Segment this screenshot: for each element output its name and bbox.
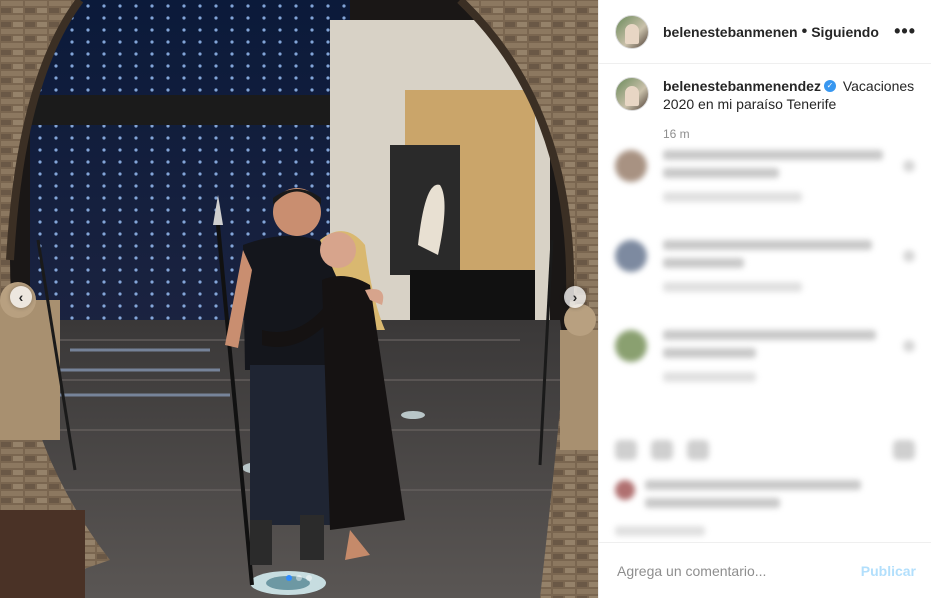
carousel-dot [306,575,312,581]
action-icons-row [615,440,915,460]
comment-like-icon [903,160,915,172]
publish-button[interactable]: Publicar [861,563,916,579]
comment-input[interactable] [615,561,861,580]
carousel-dot [296,575,302,581]
likes-summary-blurred [615,480,915,516]
comments-list-blurred [615,150,915,420]
post-sidebar: belenestebanmenen • Siguiendo ••• belene… [598,0,931,598]
more-options-icon[interactable]: ••• [894,21,916,42]
comment-text-blurred [663,330,895,390]
time-blurred [615,526,705,536]
comment-like-icon [903,340,915,352]
author-avatar[interactable] [615,14,649,49]
comment-item [615,240,915,300]
post-caption: belenestebanmenendez ✓ Vacaciones 2020 en… [599,64,931,143]
post-actions-blurred [615,440,915,544]
photo-illustration [0,0,598,598]
comment-item [615,330,915,390]
comment-avatar [615,330,647,362]
comment-text-blurred [663,240,895,300]
comment-avatar [615,240,647,272]
save-icon[interactable] [893,440,915,460]
comment-icon[interactable] [651,440,673,460]
author-username[interactable]: belenestebanmenen [663,24,798,40]
liker-avatar [615,480,635,500]
caption-body: belenestebanmenendez ✓ Vacaciones 2020 en… [663,77,916,143]
post-photo[interactable]: ‹ › [0,0,598,598]
comment-like-icon [903,250,915,262]
like-icon[interactable] [615,440,637,460]
following-button[interactable]: Siguiendo [811,24,879,40]
post-header: belenestebanmenen • Siguiendo ••• [599,0,931,64]
carousel-indicator [0,575,598,581]
instagram-post-view: ‹ › belenestebanmenen • Siguiendo ••• be… [0,0,931,598]
caption-avatar[interactable] [615,77,649,111]
carousel-prev-button[interactable]: ‹ [10,286,32,308]
likes-text-blurred [645,480,915,516]
header-separator: • [801,22,808,40]
caption-username[interactable]: belenestebanmenendez [663,78,821,94]
carousel-next-button[interactable]: › [564,286,586,308]
share-icon[interactable] [687,440,709,460]
caption-timestamp[interactable]: 16 m [663,125,916,143]
add-comment-bar: Publicar [599,542,931,598]
comment-item [615,150,915,210]
carousel-dot-active [286,575,292,581]
comment-text-blurred [663,150,895,210]
verified-badge-icon: ✓ [823,80,836,93]
comment-avatar [615,150,647,182]
